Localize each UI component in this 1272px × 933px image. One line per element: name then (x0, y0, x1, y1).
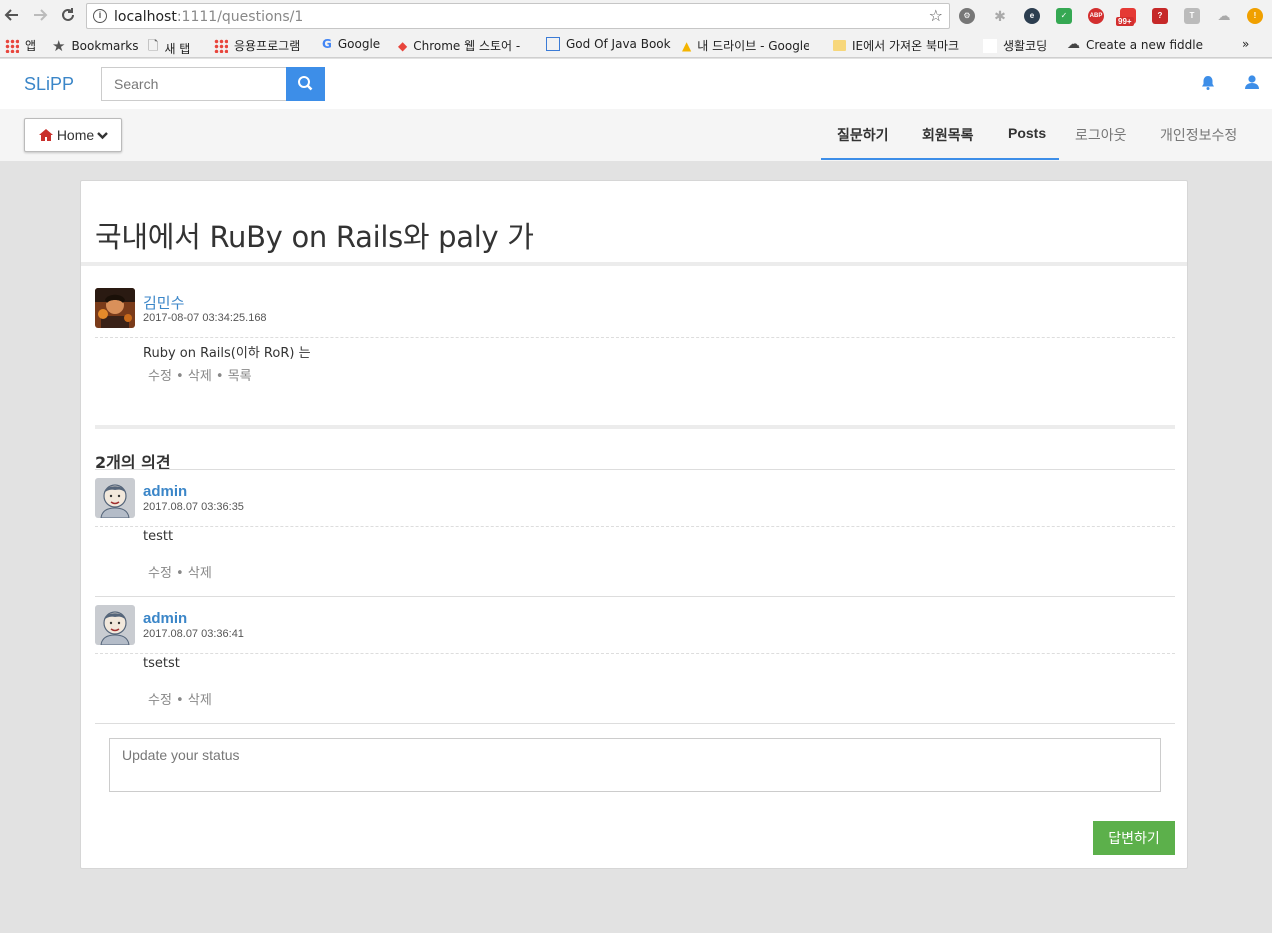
delete-question-link[interactable]: 삭제 (188, 369, 212, 384)
alert-icon[interactable]: ! (1247, 8, 1263, 24)
question-title: 국내에서 RuBy on Rails와 paly 가 (95, 220, 534, 254)
title-divider (81, 262, 1187, 266)
bookmark-apps-launcher[interactable]: 응용프로그램 (214, 37, 300, 54)
info-icon[interactable]: i (93, 9, 107, 23)
question-divider (95, 337, 1175, 338)
forward-arrow-icon[interactable] (30, 6, 50, 26)
edit-answer-link[interactable]: 수정 (148, 693, 172, 708)
tab-ask-question[interactable]: 질문하기 (837, 125, 889, 145)
home-dropdown-button[interactable]: Home (24, 118, 122, 152)
bookmark-bookmarks[interactable]: ★ Bookmarks (52, 37, 139, 55)
answer-body: tsetst (143, 656, 180, 671)
bookmarks-bar: 앱 ★ Bookmarks 🗋 새 탭 응용프로그램 G Google ◆ Ch… (0, 32, 1272, 58)
edit-answer-link[interactable]: 수정 (148, 566, 172, 581)
extension-cloud-icon[interactable]: ☁ (1216, 8, 1232, 24)
site-navbar: SLiPP (0, 59, 1272, 109)
google-icon: G (322, 37, 332, 51)
answer-date: 2017.08.07 03:36:41 (143, 628, 244, 640)
answer-separator (95, 596, 1175, 597)
extension-adblock-icon[interactable]: ABP (1088, 8, 1104, 24)
back-arrow-icon[interactable] (2, 6, 22, 26)
chrome-store-icon: ◆ (398, 38, 408, 53)
answer-divider (95, 526, 1175, 527)
home-label: Home (56, 127, 95, 143)
cloud-icon: ☁ (1067, 37, 1080, 52)
extension-lock-icon[interactable]: ? (1152, 8, 1168, 24)
question-author[interactable]: 김민수 (143, 292, 184, 313)
extension-e-icon[interactable]: e (1024, 8, 1040, 24)
answer-body: testt (143, 529, 174, 544)
answer-avatar[interactable] (95, 605, 135, 645)
blank-page-icon (983, 38, 997, 53)
answer-author[interactable]: admin (143, 483, 187, 500)
bookmark-god-of-java[interactable]: God Of Java Book (546, 37, 671, 51)
extension-shield-icon[interactable]: ✓ (1056, 8, 1072, 24)
answer-actions: 수정 • 삭제 (148, 693, 212, 708)
question-body: Ruby on Rails(이하 RoR) 는 (143, 346, 311, 361)
question-panel: 국내에서 RuBy on Rails와 paly 가 김민수 2017-08-0… (80, 180, 1188, 869)
brand-logo[interactable]: SLiPP (24, 74, 74, 95)
reload-icon[interactable] (58, 6, 78, 26)
address-bar[interactable]: i localhost:1111/questions/1 ☆ (86, 3, 950, 29)
delete-answer-link[interactable]: 삭제 (188, 693, 212, 708)
home-icon (38, 129, 53, 141)
question-actions: 수정 • 삭제 • 목록 (148, 369, 252, 384)
author-avatar[interactable] (95, 288, 135, 328)
star-icon: ★ (52, 37, 66, 55)
url-text: localhost:1111/questions/1 (114, 9, 304, 25)
search-button[interactable] (286, 67, 325, 101)
bookmark-new-tab[interactable]: 🗋 새 탭 (148, 37, 190, 59)
more-bookmarks-chevron-icon[interactable]: » (1242, 37, 1249, 51)
extension-badge-count: 99+ (1116, 17, 1134, 26)
page-layout-icon (546, 37, 560, 51)
sub-navbar: Home 질문하기 회원목록 Posts 로그아웃 개인정보수정 (0, 109, 1272, 161)
tab-posts[interactable]: Posts (1008, 125, 1046, 141)
bookmark-apps[interactable]: 앱 (5, 37, 36, 54)
extension-gear-icon[interactable]: ⚙ (959, 8, 975, 24)
apps-grid-icon (5, 38, 19, 53)
bookmark-star-icon[interactable]: ☆ (929, 6, 943, 26)
search-input[interactable] (101, 67, 287, 101)
answer-divider (95, 653, 1175, 654)
drive-icon: ▲ (682, 38, 692, 53)
extension-puzzle-icon[interactable]: ✱ (992, 8, 1008, 24)
tab-member-list[interactable]: 회원목록 (922, 125, 974, 145)
question-date: 2017-08-07 03:34:25.168 (143, 312, 267, 324)
bookmark-opentutorials[interactable]: 생활코딩 (983, 37, 1047, 54)
bookmark-ie-imported[interactable]: IE에서 가져온 북마크 (833, 37, 959, 54)
folder-icon (833, 40, 846, 51)
edit-question-link[interactable]: 수정 (148, 369, 172, 384)
answer-actions: 수정 • 삭제 (148, 566, 212, 581)
apps-grid-icon (214, 38, 228, 53)
search-icon (298, 76, 313, 91)
answers-header-line (95, 469, 1175, 470)
bookmark-google[interactable]: G Google (322, 37, 380, 51)
browser-toolbar: i localhost:1111/questions/1 ☆ ⚙ ✱ e ✓ A… (0, 0, 1272, 32)
answer-author[interactable]: admin (143, 610, 187, 627)
bookmark-google-drive[interactable]: ▲ 내 드라이브 - Google (682, 37, 809, 54)
list-link[interactable]: 목록 (228, 369, 252, 384)
extension-badge-icon[interactable]: 99+ (1116, 8, 1136, 26)
active-tab-indicator (821, 158, 1059, 160)
bell-icon[interactable] (1201, 75, 1215, 94)
bookmark-chrome-store[interactable]: ◆ Chrome 웹 스토어 - (398, 37, 520, 54)
chevron-down-icon (97, 131, 109, 139)
answers-divider (95, 425, 1175, 429)
submit-answer-button[interactable]: 답변하기 (1093, 821, 1175, 855)
answer-avatar[interactable] (95, 478, 135, 518)
answer-date: 2017.08.07 03:36:35 (143, 501, 244, 513)
tab-logout[interactable]: 로그아웃 (1075, 125, 1127, 145)
delete-answer-link[interactable]: 삭제 (188, 566, 212, 581)
answer-textarea[interactable] (109, 738, 1161, 792)
bookmark-jsfiddle[interactable]: ☁ Create a new fiddle (1067, 37, 1203, 52)
extension-t-icon[interactable]: T (1184, 8, 1200, 24)
tab-edit-profile[interactable]: 개인정보수정 (1160, 125, 1237, 145)
page-icon: 🗋 (148, 39, 159, 54)
answer-separator (95, 723, 1175, 724)
user-icon[interactable] (1244, 74, 1260, 93)
